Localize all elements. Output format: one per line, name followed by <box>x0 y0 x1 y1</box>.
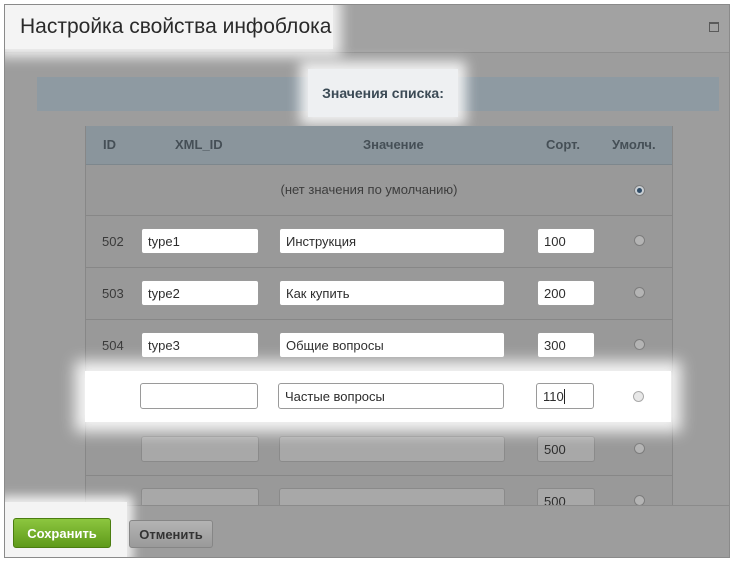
cancel-button[interactable]: Отменить <box>129 520 213 548</box>
table-row-new-highlighted: Частые вопросы 110 <box>85 371 671 422</box>
default-radio[interactable] <box>634 287 645 298</box>
column-header-default: Умолч. <box>612 137 656 152</box>
value-input[interactable] <box>279 436 505 462</box>
sort-input[interactable]: 100 <box>537 228 595 254</box>
row-id: 502 <box>102 234 124 249</box>
value-input[interactable]: Как купить <box>279 280 505 306</box>
table-row: 504 type3 Общие вопросы 300 <box>86 320 672 372</box>
column-header-sort: Сорт. <box>546 137 580 152</box>
xml-id-input[interactable] <box>140 383 258 409</box>
column-header-id: ID <box>103 137 116 152</box>
list-values-table: ID XML_ID Значение Сорт. Умолч. (нет зна… <box>85 126 673 556</box>
table-row: 503 type2 Как купить 200 <box>86 268 672 320</box>
table-row: 500 <box>86 424 672 476</box>
sort-input[interactable]: 300 <box>537 332 595 358</box>
default-radio[interactable] <box>633 391 644 402</box>
default-radio[interactable] <box>634 235 645 246</box>
infoblock-property-dialog: Настройка свойства инфоблока Значения сп… <box>4 4 730 558</box>
row-id: 504 <box>102 338 124 353</box>
xml-id-input[interactable] <box>141 436 259 462</box>
sort-input[interactable]: 200 <box>537 280 595 306</box>
value-input[interactable]: Частые вопросы <box>278 383 504 409</box>
table-row-no-default: (нет значения по умолчанию) <box>86 164 672 216</box>
value-input[interactable]: Инструкция <box>279 228 505 254</box>
dialog-title: Настройка свойства инфоблока <box>20 15 332 38</box>
value-input[interactable]: Общие вопросы <box>279 332 505 358</box>
sort-input[interactable]: 110 <box>536 383 594 409</box>
column-header-xml-id: XML_ID <box>175 137 223 152</box>
xml-id-input[interactable]: type2 <box>141 280 259 306</box>
table-row: 502 type1 Инструкция 100 <box>86 216 672 268</box>
default-radio-none[interactable] <box>634 185 645 196</box>
dialog-titlebar[interactable]: Настройка свойства инфоблока <box>5 5 729 53</box>
xml-id-input[interactable]: type3 <box>141 332 259 358</box>
column-header-value: Значение <box>363 137 424 152</box>
default-radio[interactable] <box>634 339 645 350</box>
sort-input[interactable]: 500 <box>537 436 595 462</box>
row-id: 503 <box>102 286 124 301</box>
sort-input-value: 110 <box>543 389 565 404</box>
save-button[interactable]: Сохранить <box>13 518 111 548</box>
no-default-label: (нет значения по умолчанию) <box>280 182 458 197</box>
default-radio[interactable] <box>634 443 645 454</box>
xml-id-input[interactable]: type1 <box>141 228 259 254</box>
maximize-icon[interactable] <box>709 22 719 32</box>
table-header: ID XML_ID Значение Сорт. Умолч. <box>86 126 672 165</box>
section-title: Значения списка: <box>322 85 444 101</box>
